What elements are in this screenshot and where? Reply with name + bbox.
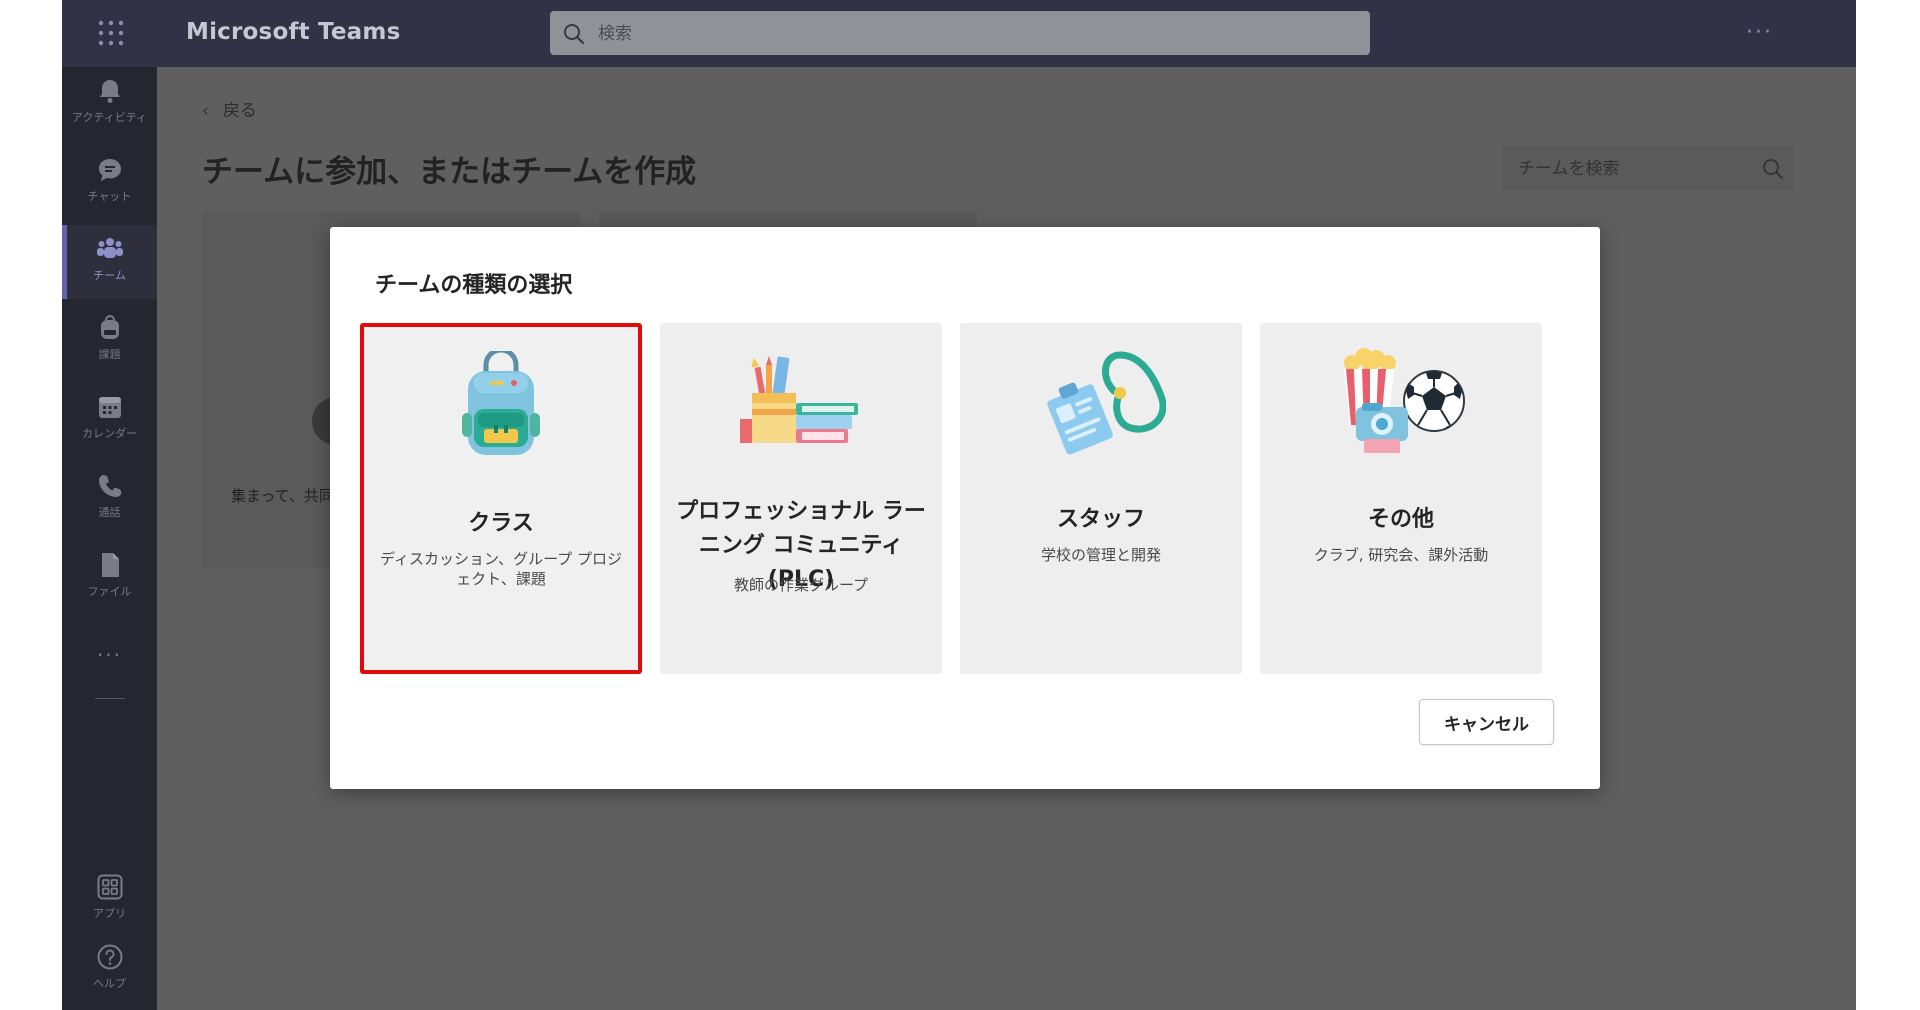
phone-icon <box>98 475 121 497</box>
search-icon <box>1762 158 1784 184</box>
rail-item-help[interactable]: ヘルプ <box>62 933 157 1007</box>
card-description: 集まって、共同 <box>231 487 334 505</box>
rail-item-label: アプリ <box>93 907 126 920</box>
page-title: チームに参加、またはチームを作成 <box>202 154 697 190</box>
team-type-description: 教師の作業グループ <box>733 576 869 594</box>
search-box[interactable] <box>550 11 1370 57</box>
backpack-illustration <box>364 351 638 471</box>
rail-item-label: ヘルプ <box>93 977 126 990</box>
pencil-cup-books-illustration <box>660 347 942 467</box>
teams-icon <box>96 238 123 258</box>
team-type-card-plc[interactable]: プロフェッショナル ラーニング コミュニティ (PLC) 教師の作業グループ <box>660 323 942 674</box>
team-search-input[interactable] <box>1516 146 1750 192</box>
more-apps-icon[interactable]: ··· <box>62 643 157 667</box>
bell-icon <box>99 80 120 103</box>
rail-item-calls[interactable]: 通話 <box>62 462 157 536</box>
back-link[interactable]: ‹ 戻る <box>202 96 257 121</box>
team-type-card-class[interactable]: クラス ディスカッション、グループ プロジェクト、課題 <box>360 323 642 674</box>
app-title: Microsoft Teams <box>186 19 401 45</box>
team-type-description: ディスカッション、グループ プロジェクト、課題 <box>380 550 622 588</box>
back-label: 戻る <box>222 101 257 121</box>
left-rail: アクティビティ チャット チーム 課題 カレンダー 通話 ファイル ··· アプ… <box>62 67 157 1010</box>
rail-item-label: ファイル <box>87 585 132 598</box>
more-options-icon[interactable]: ··· <box>1746 20 1773 45</box>
rail-item-chat[interactable]: チャット <box>62 146 157 220</box>
team-type-description: 学校の管理と開発 <box>1040 546 1161 564</box>
rail-item-teams[interactable]: チーム <box>62 225 157 299</box>
id-badge-lanyard-illustration <box>960 347 1242 467</box>
rail-item-label: チャット <box>87 190 132 203</box>
apps-icon <box>97 874 122 900</box>
team-type-description: クラブ, 研究会、課外活動 <box>1313 546 1489 564</box>
rail-item-label: カレンダー <box>82 427 137 440</box>
app-launcher-icon[interactable] <box>96 18 126 48</box>
team-type-name: スタッフ <box>1056 507 1145 532</box>
rail-item-label: チーム <box>93 269 126 282</box>
team-search-box[interactable] <box>1502 146 1794 192</box>
rail-divider <box>95 698 125 699</box>
rail-item-label: 課題 <box>98 348 121 361</box>
rail-item-activity[interactable]: アクティビティ <box>62 67 157 141</box>
rail-item-assignments[interactable]: 課題 <box>62 304 157 378</box>
rail-item-label: 通話 <box>98 506 121 519</box>
search-icon <box>563 23 585 49</box>
chat-icon <box>98 159 121 181</box>
team-type-name: その他 <box>1367 507 1434 532</box>
team-type-card-staff[interactable]: スタッフ 学校の管理と開発 <box>960 323 1242 674</box>
help-icon <box>97 944 122 970</box>
rail-item-apps[interactable]: アプリ <box>62 863 157 937</box>
rail-item-calendar[interactable]: カレンダー <box>62 383 157 457</box>
rail-item-label: アクティビティ <box>71 111 148 124</box>
team-type-dialog: チームの種類の選択 クラス ディスカッション、グループ プロジェクト、課題 プロ… <box>330 227 1600 789</box>
top-bar: Microsoft Teams ··· <box>62 0 1856 67</box>
file-icon <box>101 553 119 577</box>
popcorn-camera-ball-illustration <box>1260 347 1542 467</box>
calendar-icon <box>98 397 121 418</box>
chevron-left-icon: ‹ <box>202 101 209 121</box>
team-type-card-other[interactable]: その他 クラブ, 研究会、課外活動 <box>1260 323 1542 674</box>
dialog-title: チームの種類の選択 <box>375 273 573 298</box>
cancel-button[interactable]: キャンセル <box>1419 699 1554 745</box>
team-type-name: クラス <box>468 511 534 536</box>
teams-app-window: Microsoft Teams ··· アクティビティ チャット チーム 課題 <box>62 0 1856 1010</box>
rail-item-files[interactable]: ファイル <box>62 541 157 615</box>
backpack-icon <box>100 315 119 339</box>
search-input[interactable] <box>596 11 1360 57</box>
